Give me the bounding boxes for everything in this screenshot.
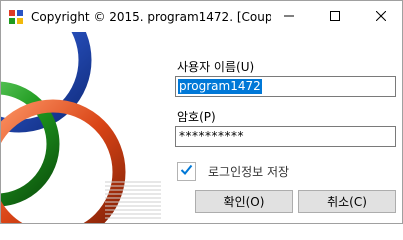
ok-button[interactable]: 확인(O) [195,190,293,213]
username-label: 사용자 이름(U) [177,60,255,74]
app-logo-icon [8,9,24,25]
title-bar[interactable]: Copyright © 2015. program1472. [Coup... [1,1,402,32]
password-label: 암호(P) [177,110,216,124]
username-value-selected: program1472 [178,79,262,94]
maximize-button[interactable] [312,1,358,32]
cancel-button[interactable]: 취소(C) [298,190,396,213]
remember-login-checkbox-row[interactable]: 로그인정보 저장 [177,160,289,182]
rings-logo-image [1,32,161,223]
window-title: Copyright © 2015. program1472. [Coup... [31,10,271,24]
remember-login-checkbox[interactable] [177,161,196,181]
username-input[interactable]: program1472 [175,76,396,97]
remember-login-label: 로그인정보 저장 [208,164,290,179]
password-value-masked: ********** [179,129,244,143]
dialog-client-area: 사용자 이름(U) program1472 암호(P) ********** 로… [1,32,402,223]
close-button[interactable] [358,1,402,32]
checkmark-icon [180,163,193,179]
close-icon [375,10,387,24]
password-input[interactable]: ********** [175,126,396,147]
ok-button-label: 확인(O) [223,195,265,209]
minimize-button[interactable] [266,1,312,32]
login-dialog-window: Copyright © 2015. program1472. [Coup... [0,0,403,224]
minimize-icon [284,10,294,24]
maximize-icon [330,10,340,24]
cancel-button-label: 취소(C) [327,195,367,209]
